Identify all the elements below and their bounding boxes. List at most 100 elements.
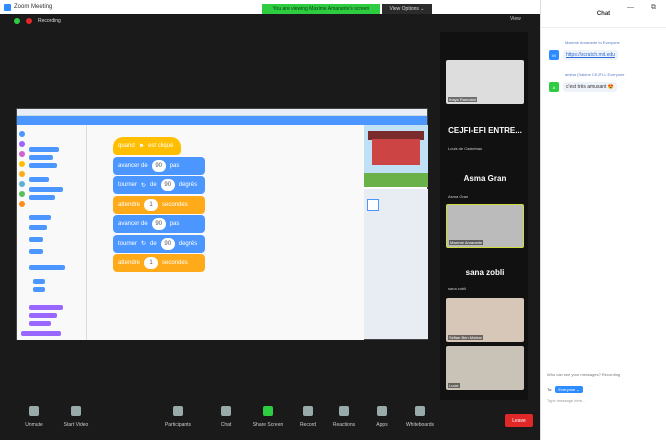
block-label: est cliqué (148, 143, 174, 149)
palette-block[interactable] (33, 279, 45, 284)
number-input[interactable]: 90 (160, 179, 175, 191)
video-tile[interactable]: Inaya Ramdani (446, 60, 524, 104)
chat-input[interactable]: Type message here... (547, 398, 585, 403)
sprite-thumbnail[interactable] (367, 199, 379, 211)
palette-block[interactable] (29, 177, 49, 182)
palette-block[interactable] (29, 163, 57, 168)
whiteboards-label: Whiteboards (405, 422, 435, 428)
tile-name: Maxime Amarante (449, 240, 484, 245)
number-input[interactable]: 90 (160, 237, 175, 250)
palette-block[interactable] (29, 187, 63, 192)
palette-block[interactable] (29, 155, 53, 160)
view-button[interactable]: View (510, 16, 521, 22)
apps-label: Apps (376, 422, 388, 428)
microphone-muted-icon (29, 406, 39, 416)
palette-block[interactable] (29, 215, 51, 220)
view-options-button[interactable]: View Options ⌄ (382, 4, 432, 14)
video-tile[interactable]: Lucie (446, 346, 524, 390)
apps-button[interactable]: Apps (362, 406, 402, 428)
palette-block[interactable] (29, 313, 57, 318)
number-input[interactable]: 1 (144, 198, 159, 211)
grass (364, 173, 428, 187)
code-block[interactable]: avancer de 90 pas (113, 215, 205, 233)
code-block[interactable]: tourner ↻ de 90 degrés (113, 234, 205, 253)
zoom-logo-icon (4, 3, 11, 11)
block-label: attendre (118, 201, 141, 208)
stage[interactable] (364, 125, 428, 187)
video-off-icon (71, 406, 81, 416)
participant-subname: sana zobli (448, 286, 467, 291)
palette-block[interactable] (21, 331, 61, 336)
category-sensing (19, 181, 25, 187)
block-label: de (150, 182, 157, 188)
leave-button[interactable]: Leave (505, 414, 533, 427)
to-label: To: (547, 387, 553, 392)
who-can-see[interactable]: Who can see your messages? Recording (547, 372, 620, 377)
category-events (19, 161, 25, 167)
message-link[interactable]: https://scratch.mit.edu (563, 50, 618, 60)
number-input[interactable]: 90 (151, 159, 166, 172)
participant-subname: Asma Gran (448, 194, 469, 199)
block-label: degrés (178, 240, 198, 247)
recipient-select[interactable]: Everyone ⌄ (555, 386, 583, 393)
window-title: Zoom Meeting (14, 4, 53, 10)
minimize-icon[interactable]: — (627, 4, 634, 11)
chat-label: Chat (220, 422, 232, 428)
participant-name: Asma Gran (463, 174, 507, 183)
tile-name: Lucie (448, 383, 460, 388)
block-label: de (150, 240, 157, 247)
shield-icon[interactable] (14, 18, 20, 24)
chat-panel: — ⧉ Chat Maxime Amarante to Everyone M h… (540, 0, 666, 440)
code-block[interactable]: attendre 1 secondes (113, 195, 205, 214)
palette-block[interactable] (29, 195, 55, 200)
recording-label: Recording (38, 18, 61, 24)
reactions-button[interactable]: Reactions (324, 406, 364, 428)
palette-block[interactable] (29, 249, 43, 254)
palette-block[interactable] (29, 321, 51, 326)
code-block[interactable]: avancer de 90 pas (113, 156, 205, 175)
share-screen-label: Share Screen (252, 422, 284, 428)
hat-block[interactable]: quand ⚑ est cliqué (113, 137, 181, 155)
palette-block[interactable] (29, 265, 65, 270)
whiteboards-button[interactable]: Whiteboards (400, 406, 440, 428)
sprite-pane (364, 189, 428, 339)
share-screen-button[interactable]: Share Screen (248, 406, 288, 428)
message-sender: amina (Sabine CEJFI-L Everyone (565, 72, 625, 77)
recording-bar: Recording (0, 14, 540, 28)
chat-icon (221, 406, 231, 416)
participant-subname: Louis de Castelnau (448, 146, 483, 151)
number-input[interactable]: 1 (144, 257, 159, 269)
palette-block[interactable] (29, 225, 47, 230)
participants-button[interactable]: Participants (158, 406, 198, 428)
popout-icon[interactable]: ⧉ (651, 4, 656, 12)
category-looks (19, 141, 25, 147)
block-label: avancer de (118, 162, 148, 169)
palette-block[interactable] (33, 287, 45, 292)
category-sound (19, 151, 25, 157)
code-area[interactable]: quand ⚑ est cliqué avancer de 90 pas tourner ↻ d… (87, 125, 364, 340)
code-block[interactable]: attendre 1 secondes (113, 254, 205, 272)
rotate-icon: ↻ (141, 241, 147, 247)
unmute-button[interactable]: Unmute (14, 406, 54, 428)
palette-block[interactable] (29, 237, 43, 242)
tile-name: Sefian Ben Moktar (448, 335, 483, 340)
participant-name: CEJFI-EFI ENTRE... (448, 126, 522, 135)
participant-name: sana zobli (465, 268, 505, 277)
video-tile[interactable]: Sefian Ben Moktar (446, 298, 524, 342)
message-sender: Maxime Amarante to Everyone (565, 40, 620, 45)
chat-button[interactable]: Chat (206, 406, 246, 428)
block-label: quand (118, 143, 135, 149)
share-screen-icon (263, 406, 273, 416)
number-input[interactable]: 90 (151, 218, 166, 230)
palette-block[interactable] (29, 305, 63, 310)
record-label: Record (299, 422, 317, 428)
block-palette (17, 125, 87, 340)
code-block[interactable]: tourner ↻ de 90 degrés (113, 176, 205, 194)
block-label: avancer de (118, 221, 148, 227)
record-button[interactable]: Record (288, 406, 328, 428)
start-video-button[interactable]: Start Video (56, 406, 96, 428)
school-building (372, 139, 420, 165)
avatar: M (549, 50, 559, 60)
palette-block[interactable] (29, 147, 59, 152)
video-tile-active-speaker[interactable]: Maxime Amarante (446, 204, 524, 248)
